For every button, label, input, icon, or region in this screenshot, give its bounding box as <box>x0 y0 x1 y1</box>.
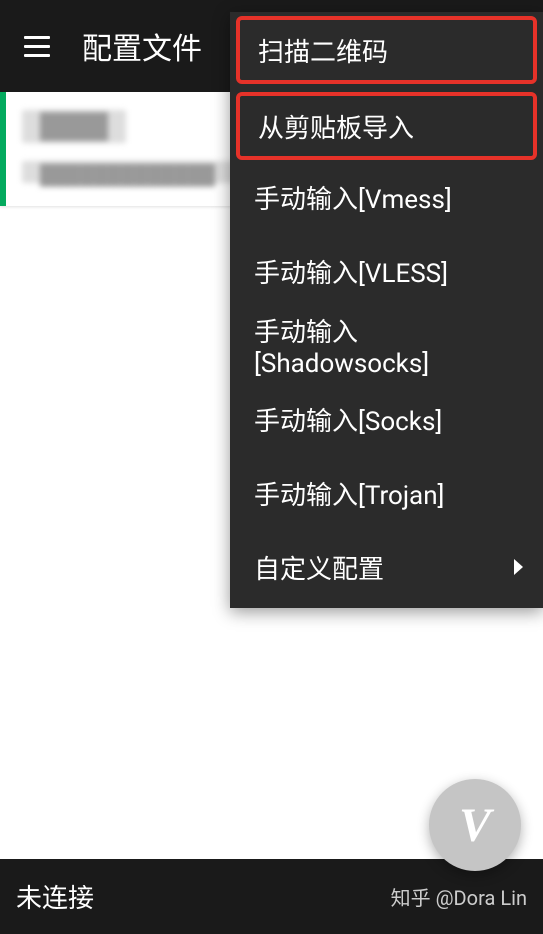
watermark: 知乎 @Dora Lin <box>391 882 527 911</box>
app-title: 配置文件 <box>82 24 202 68</box>
v-logo-icon: V <box>459 798 491 853</box>
menu-item-manual-vmess[interactable]: 手动输入[Vmess] <box>230 160 543 234</box>
menu-item-label: 手动输入[Socks] <box>254 401 442 438</box>
menu-item-label: 手动输入[Shadowsocks] <box>254 312 519 379</box>
connect-fab[interactable]: V <box>429 779 521 871</box>
menu-item-label: 手动输入[Trojan] <box>254 475 444 512</box>
menu-item-label: 手动输入[VLESS] <box>254 253 448 290</box>
profile-subtitle: █████████████ <box>22 161 242 183</box>
menu-item-label: 扫描二维码 <box>258 32 388 69</box>
menu-item-manual-shadowsocks[interactable]: 手动输入[Shadowsocks] <box>230 308 543 382</box>
add-config-menu: 扫描二维码 从剪贴板导入 手动输入[Vmess] 手动输入[VLESS] 手动输… <box>230 12 543 608</box>
profile-title: ████ <box>22 110 126 143</box>
menu-item-custom-config[interactable]: 自定义配置 <box>230 530 543 604</box>
menu-item-manual-trojan[interactable]: 手动输入[Trojan] <box>230 456 543 530</box>
menu-item-manual-vless[interactable]: 手动输入[VLESS] <box>230 234 543 308</box>
bottom-bar: 未连接 知乎 @Dora Lin <box>0 859 543 934</box>
menu-item-label: 手动输入[Vmess] <box>254 179 452 216</box>
menu-item-import-clipboard[interactable]: 从剪贴板导入 <box>236 92 537 160</box>
menu-item-label: 从剪贴板导入 <box>258 108 414 145</box>
chevron-right-icon <box>514 559 523 575</box>
menu-item-scan-qr[interactable]: 扫描二维码 <box>236 16 537 84</box>
menu-item-manual-socks[interactable]: 手动输入[Socks] <box>230 382 543 456</box>
menu-item-label: 自定义配置 <box>254 549 384 586</box>
connection-status: 未连接 <box>16 878 94 915</box>
menu-icon[interactable] <box>16 28 58 65</box>
